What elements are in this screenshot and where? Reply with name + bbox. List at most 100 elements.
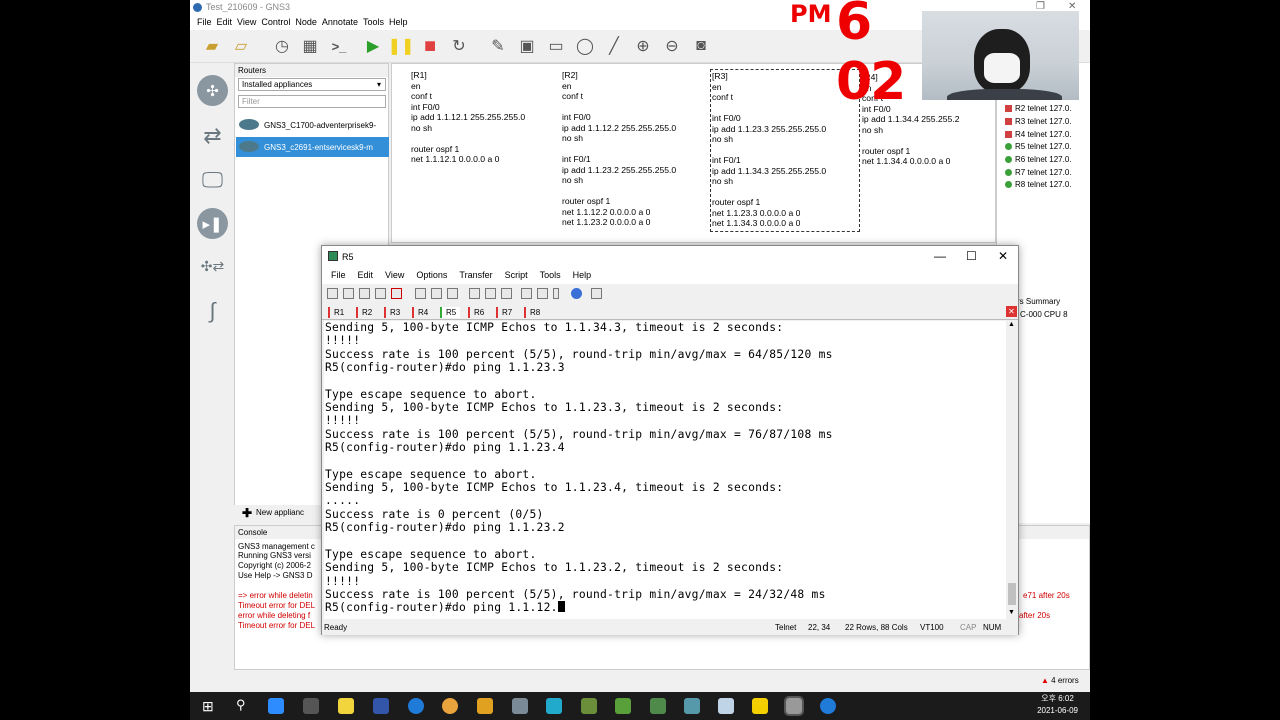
connect-tab-icon[interactable] bbox=[359, 288, 370, 299]
menu-annotate[interactable]: Annotate bbox=[322, 15, 363, 30]
show-interface-labels-icon[interactable]: ▦ bbox=[300, 36, 320, 56]
add-link-icon[interactable]: ∫ bbox=[197, 295, 228, 326]
find-icon[interactable] bbox=[447, 288, 458, 299]
file-explorer-icon[interactable] bbox=[477, 698, 493, 714]
session-options-icon[interactable] bbox=[501, 288, 512, 299]
securecrt-app-icon[interactable] bbox=[581, 698, 597, 714]
console-all-icon[interactable]: >_ bbox=[329, 36, 349, 56]
app-icon[interactable] bbox=[650, 698, 666, 714]
menu-file[interactable]: File bbox=[197, 15, 217, 30]
tab-r3[interactable]: R3 bbox=[384, 307, 404, 318]
menu-script[interactable]: Script bbox=[505, 268, 540, 284]
circle-app-icon[interactable] bbox=[303, 698, 319, 714]
terminal-output[interactable]: Sending 5, 100-byte ICMP Echos to 1.1.34… bbox=[324, 321, 1006, 619]
minimize-icon[interactable]: — bbox=[934, 249, 946, 263]
add-note-icon[interactable]: ✎ bbox=[488, 36, 508, 56]
paste-icon[interactable] bbox=[431, 288, 442, 299]
scroll-up-icon[interactable]: ▲ bbox=[1008, 321, 1015, 328]
topology-item-r2[interactable]: R2 telnet 127.0. bbox=[1005, 104, 1071, 113]
ie-browser-icon[interactable] bbox=[820, 698, 836, 714]
help-icon[interactable] bbox=[571, 288, 582, 299]
scroll-down-icon[interactable]: ▼ bbox=[1008, 609, 1015, 616]
quick-connect-icon[interactable] bbox=[343, 288, 354, 299]
kakaotalk-app-icon[interactable] bbox=[752, 698, 768, 714]
stop-all-icon[interactable]: ■ bbox=[420, 35, 440, 57]
disconnect-icon[interactable] bbox=[391, 288, 402, 299]
menu-edit[interactable]: Edit bbox=[217, 15, 238, 30]
maximize-icon[interactable]: ☐ bbox=[966, 249, 977, 263]
scrollbar-thumb[interactable] bbox=[1008, 583, 1016, 605]
tab-r1[interactable]: R1 bbox=[328, 307, 348, 318]
topology-item-r5[interactable]: R5 telnet 127.0. bbox=[1005, 142, 1071, 151]
topology-item-r8[interactable]: R8 telnet 127.0. bbox=[1005, 180, 1071, 189]
menu-edit[interactable]: Edit bbox=[358, 268, 386, 284]
insert-picture-icon[interactable]: ▣ bbox=[517, 36, 537, 56]
tab-r2[interactable]: R2 bbox=[356, 307, 376, 318]
network-app-icon[interactable] bbox=[373, 698, 389, 714]
reload-all-icon[interactable]: ↻ bbox=[449, 36, 469, 56]
note-r2[interactable]: [R2] en conf t int F0/0 ip add 1.1.12.2 … bbox=[562, 70, 676, 228]
new-project-icon[interactable]: ▰ bbox=[202, 36, 222, 56]
menu-transfer[interactable]: Transfer bbox=[459, 268, 504, 284]
more-tools-icon[interactable] bbox=[591, 288, 602, 299]
notes-app-icon[interactable] bbox=[718, 698, 734, 714]
menu-node[interactable]: Node bbox=[295, 15, 322, 30]
edge-browser-icon[interactable] bbox=[408, 698, 424, 714]
menu-file[interactable]: File bbox=[331, 268, 358, 284]
routers-category-icon[interactable]: ✣ bbox=[197, 75, 228, 106]
appliance-c1700[interactable]: GNS3_C1700-adventerprisek9- bbox=[236, 115, 389, 135]
menu-tools[interactable]: Tools bbox=[540, 268, 573, 284]
snapshot-icon[interactable]: ◷ bbox=[272, 36, 292, 56]
draw-rectangle-icon[interactable]: ▭ bbox=[546, 36, 566, 56]
topology-canvas[interactable]: [R1] en conf t int F0/0 ip add 1.1.12.1 … bbox=[391, 63, 996, 243]
switches-category-icon[interactable]: ⇄ bbox=[197, 120, 228, 151]
notepad-app-icon[interactable] bbox=[338, 698, 354, 714]
terminal-app-icon[interactable] bbox=[784, 696, 804, 716]
topology-item-r4[interactable]: R4 telnet 127.0. bbox=[1005, 130, 1071, 139]
appliance-c2691[interactable]: GNS3_c2691-entservicesk9-m bbox=[236, 137, 389, 157]
app-icon[interactable] bbox=[684, 698, 700, 714]
tab-r8[interactable]: R8 bbox=[524, 307, 544, 318]
menu-view[interactable]: View bbox=[237, 15, 261, 30]
print-icon[interactable] bbox=[469, 288, 480, 299]
zoom-in-icon[interactable]: ⊕ bbox=[633, 36, 653, 56]
end-devices-category-icon[interactable]: 🖵 bbox=[197, 164, 228, 195]
keymap-icon[interactable] bbox=[537, 288, 548, 299]
zoom-app-icon[interactable] bbox=[268, 698, 284, 714]
suspend-all-icon[interactable]: ❚❚ bbox=[388, 36, 415, 56]
key-icon[interactable] bbox=[553, 288, 559, 299]
zoom-out-icon[interactable]: ⊖ bbox=[662, 36, 682, 56]
close-icon[interactable]: ✕ bbox=[998, 249, 1008, 263]
filter-input[interactable]: Filter bbox=[238, 95, 386, 108]
connect-icon[interactable] bbox=[327, 288, 338, 299]
topology-item-r3[interactable]: R3 telnet 127.0. bbox=[1005, 117, 1071, 126]
reconnect-icon[interactable] bbox=[375, 288, 386, 299]
screenshot-icon[interactable]: ◙ bbox=[691, 36, 711, 56]
search-icon[interactable]: ⚲ bbox=[236, 697, 246, 713]
close-tab-icon[interactable]: ✕ bbox=[1006, 306, 1017, 317]
topology-item-r6[interactable]: R6 telnet 127.0. bbox=[1005, 155, 1071, 164]
tab-r4[interactable]: R4 bbox=[412, 307, 432, 318]
tab-r6[interactable]: R6 bbox=[468, 307, 488, 318]
global-options-icon[interactable] bbox=[521, 288, 532, 299]
menu-tools[interactable]: Tools bbox=[363, 15, 389, 30]
open-project-icon[interactable]: ▱ bbox=[231, 36, 251, 56]
server-item[interactable]: C-000 CPU 8 bbox=[1020, 310, 1068, 319]
draw-ellipse-icon[interactable]: ◯ bbox=[575, 36, 595, 56]
taskbar-clock[interactable]: 오후 6:02 2021-06-09 bbox=[1037, 693, 1078, 717]
menu-help[interactable]: Help bbox=[573, 268, 604, 284]
security-devices-category-icon[interactable]: ▸❚ bbox=[197, 208, 228, 239]
menu-help[interactable]: Help bbox=[389, 15, 413, 30]
gns3-app-icon[interactable] bbox=[512, 698, 528, 714]
appliance-filter-dropdown[interactable]: Installed appliances ▾ bbox=[238, 78, 386, 91]
tab-r7[interactable]: R7 bbox=[496, 307, 516, 318]
settings-icon[interactable] bbox=[485, 288, 496, 299]
app-icon[interactable] bbox=[546, 698, 562, 714]
topology-item-r7[interactable]: R7 telnet 127.0. bbox=[1005, 168, 1071, 177]
menu-view[interactable]: View bbox=[385, 268, 416, 284]
windows-start-icon[interactable]: ⊞ bbox=[202, 698, 214, 715]
draw-line-icon[interactable]: ╱ bbox=[604, 36, 624, 56]
app-icon[interactable] bbox=[615, 698, 631, 714]
error-count[interactable]: ▲ 4 errors bbox=[1041, 676, 1079, 685]
menu-options[interactable]: Options bbox=[416, 268, 459, 284]
